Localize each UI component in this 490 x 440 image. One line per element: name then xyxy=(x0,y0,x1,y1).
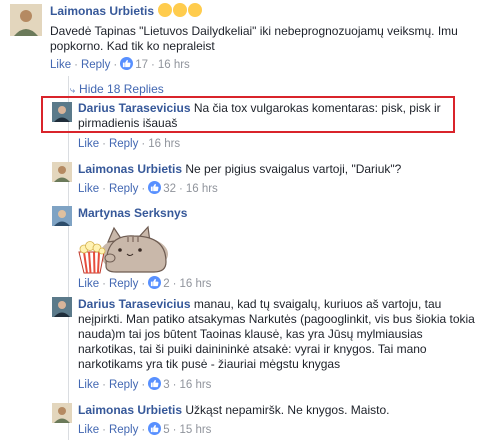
reply-body: Martynas Serksnys xyxy=(78,206,187,221)
comment-author[interactable]: Darius Tarasevicius xyxy=(78,101,191,115)
timestamp[interactable]: 16 hrs xyxy=(179,278,211,290)
comment-actions: Like · Reply · 5 · 15 hrs xyxy=(78,422,212,436)
avatar[interactable] xyxy=(52,206,72,226)
comment-author[interactable]: Darius Tarasevicius xyxy=(78,297,191,311)
comment-author[interactable]: Laimonas Urbietis xyxy=(50,4,154,18)
reply-button[interactable]: Reply xyxy=(109,138,138,150)
thumbs-up-icon[interactable] xyxy=(148,422,162,435)
like-count[interactable]: 17 xyxy=(135,59,148,71)
like-button[interactable]: Like xyxy=(50,59,71,71)
reply-button[interactable]: Reply xyxy=(81,59,110,71)
avatar[interactable] xyxy=(52,102,72,122)
timestamp[interactable]: 16 hrs xyxy=(179,379,211,391)
like-count[interactable]: 5 xyxy=(163,424,169,436)
avatar[interactable] xyxy=(52,297,72,317)
grinning-squinting-face-emoji xyxy=(157,3,203,18)
timestamp[interactable]: 16 hrs xyxy=(148,138,180,150)
like-button[interactable]: Like xyxy=(78,278,99,290)
like-count[interactable]: 32 xyxy=(163,183,176,195)
comment-text: Užkąst nepamiršk. Ne knygos. Maisto. xyxy=(185,403,390,417)
comment-actions: Like · Reply · 3 · 16 hrs xyxy=(78,377,212,391)
comment-author[interactable]: Laimonas Urbietis xyxy=(78,403,182,417)
reply-body: Laimonas Urbietis Ne per pigius svaigalu… xyxy=(78,162,468,177)
comment-author[interactable]: Martynas Serksnys xyxy=(78,206,187,220)
avatar[interactable] xyxy=(10,4,42,36)
reply-button[interactable]: Reply xyxy=(109,183,138,195)
comment-actions: Like · Reply · 32 · 16 hrs xyxy=(78,181,218,195)
like-count[interactable]: 3 xyxy=(163,379,169,391)
like-button[interactable]: Like xyxy=(78,424,99,436)
reply-button[interactable]: Reply xyxy=(109,424,138,436)
timestamp[interactable]: 16 hrs xyxy=(186,183,218,195)
avatar[interactable] xyxy=(52,162,72,182)
thumbs-up-icon[interactable] xyxy=(148,181,162,194)
like-button[interactable]: Like xyxy=(78,379,99,391)
chevron-right-icon: ⤷ xyxy=(70,85,76,95)
avatar[interactable] xyxy=(52,403,72,423)
like-count[interactable]: 2 xyxy=(163,278,169,290)
thumbs-up-icon[interactable] xyxy=(148,377,162,390)
like-button[interactable]: Like xyxy=(78,138,99,150)
hide-replies-label: Hide 18 Replies xyxy=(79,82,164,96)
reply-body: Darius Tarasevicius manau, kad tų svaiga… xyxy=(78,297,480,372)
comment-actions: Like · Reply · 17 · 16 hrs xyxy=(50,57,190,71)
thumbs-up-icon[interactable] xyxy=(120,57,134,70)
comment-text: Davedė Tapinas "Lietuvos Dailydkeliai" i… xyxy=(50,24,458,53)
reply-body: Darius Tarasevicius Na čia tox vulgaroka… xyxy=(78,101,448,131)
pusheen-cat-popcorn-sticker xyxy=(76,222,171,274)
comment-text: Ne per pigius svaigalus vartoji, "Dariuk… xyxy=(185,162,402,176)
timestamp[interactable]: 16 hrs xyxy=(158,59,190,71)
reply-button[interactable]: Reply xyxy=(109,379,138,391)
timestamp[interactable]: 15 hrs xyxy=(179,424,211,436)
reply-body: Laimonas Urbietis Užkąst nepamiršk. Ne k… xyxy=(78,403,478,418)
reply-button[interactable]: Reply xyxy=(109,278,138,290)
comment-actions: Like · Reply · 2 · 16 hrs xyxy=(78,276,212,290)
thumbs-up-icon[interactable] xyxy=(148,276,162,289)
comment-actions: Like · Reply · 16 hrs xyxy=(78,138,181,150)
comment-author[interactable]: Laimonas Urbietis xyxy=(78,162,182,176)
hide-replies-link[interactable]: ⤷ Hide 18 Replies xyxy=(70,82,164,96)
like-button[interactable]: Like xyxy=(78,183,99,195)
